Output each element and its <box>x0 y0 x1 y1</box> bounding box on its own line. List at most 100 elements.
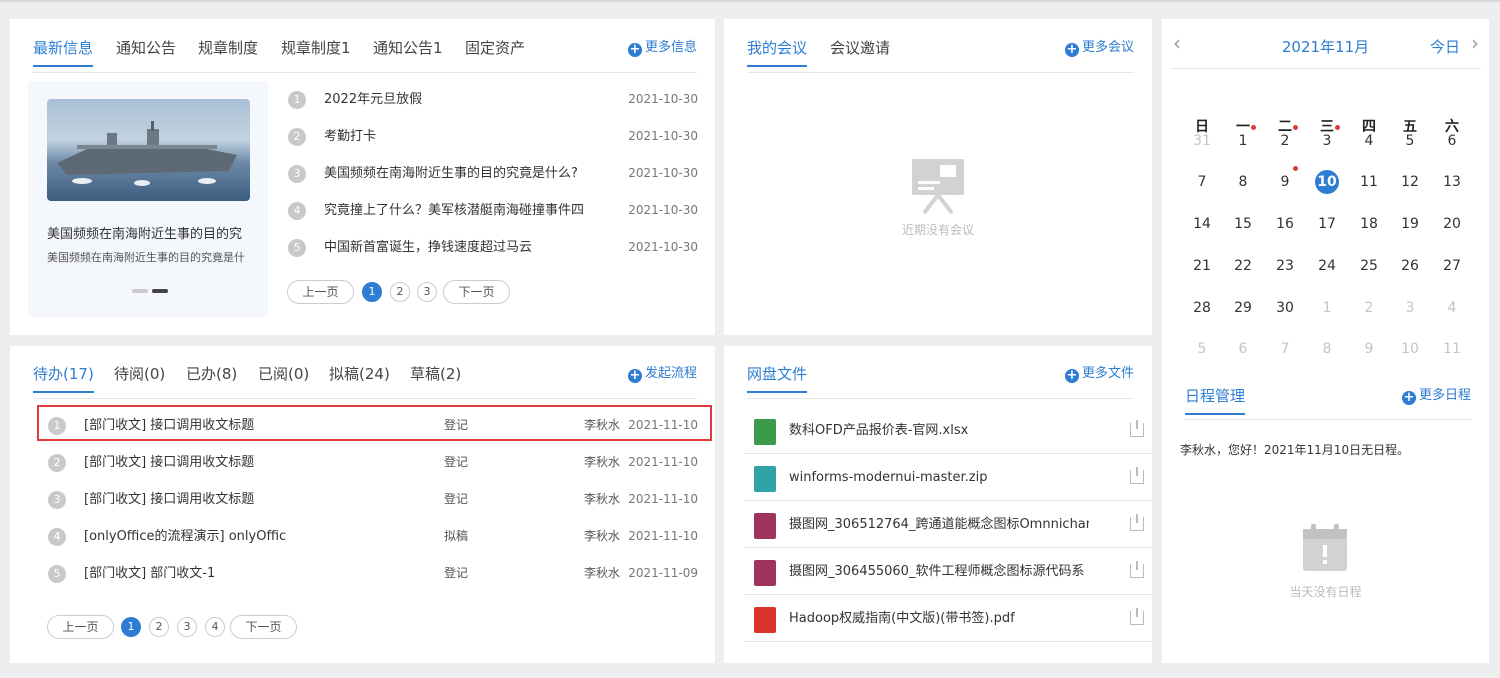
calendar-day[interactable]: 19 <box>1395 212 1425 236</box>
calendar-day[interactable]: 11 <box>1354 170 1384 194</box>
next-page-button[interactable]: 下一页 <box>230 615 297 639</box>
calendar-day[interactable]: 6 <box>1228 337 1258 361</box>
calendar-day[interactable]: 26 <box>1395 254 1425 278</box>
item-title[interactable]: [部门收文] 部门收文-1 <box>84 555 215 592</box>
download-icon[interactable] <box>1130 514 1144 531</box>
table-row[interactable]: 5 [部门收文] 部门收文-1 登记 李秋水 2021-11-09 <box>48 555 698 592</box>
calendar-day[interactable]: 23 <box>1270 254 1300 278</box>
more-schedule-link[interactable]: + 更多日程 <box>1401 381 1471 411</box>
file-name[interactable]: winforms-modernui-master.zip <box>789 454 1089 501</box>
download-icon[interactable] <box>1130 420 1144 437</box>
tab-latest-info[interactable]: 最新信息 <box>33 33 94 67</box>
file-row[interactable]: 摄图网_306455060_软件工程师概念图标源代码系 <box>744 548 1158 595</box>
list-item[interactable]: 3 美国频频在南海附近生事的目的究竟是什么? 2021-10-30 <box>288 155 698 192</box>
calendar-day[interactable]: 18 <box>1354 212 1384 236</box>
more-info-link[interactable]: + 更多信息 <box>627 33 697 63</box>
calendar-day[interactable]: 3 <box>1395 296 1425 320</box>
tab-to-read[interactable]: 待阅(0) <box>114 359 165 399</box>
calendar-today-button[interactable]: 今日 <box>1430 36 1460 57</box>
tab-read[interactable]: 已阅(0) <box>258 359 309 399</box>
calendar-day[interactable]: 31 <box>1187 129 1217 153</box>
file-name[interactable]: Hadoop权威指南(中文版)(带书签).pdf <box>789 595 1089 642</box>
next-page-button[interactable]: 下一页 <box>443 280 510 304</box>
calendar-day[interactable]: 20 <box>1437 212 1467 236</box>
list-item[interactable]: 2 考勤打卡 2021-10-30 <box>288 118 698 155</box>
file-row[interactable]: Hadoop权威指南(中文版)(带书签).pdf <box>744 595 1158 642</box>
tab-schedule-management[interactable]: 日程管理 <box>1185 381 1246 415</box>
calendar-day[interactable]: 25 <box>1354 254 1384 278</box>
more-meetings-link[interactable]: + 更多会议 <box>1064 33 1134 63</box>
page-3-button[interactable]: 3 <box>177 617 197 637</box>
tab-notices[interactable]: 通知公告 <box>116 33 176 73</box>
file-name[interactable]: 摄图网_306455060_软件工程师概念图标源代码系 <box>789 548 1089 595</box>
calendar-day[interactable]: 15 <box>1228 212 1258 236</box>
table-row[interactable]: 2 [部门收文] 接口调用收文标题 登记 李秋水 2021-11-10 <box>48 444 698 481</box>
news-carousel[interactable]: 美国频频在南海附近生事的目的究 美国频频在南海附近生事的目的究竟是什 <box>28 81 268 317</box>
item-title[interactable]: 究竟撞上了什么？美军核潜艇南海碰撞事件四 <box>324 192 584 229</box>
prev-page-button[interactable]: 上一页 <box>47 615 114 639</box>
tab-meeting-invites[interactable]: 会议邀请 <box>830 33 890 73</box>
download-icon[interactable] <box>1130 561 1144 578</box>
start-workflow-link[interactable]: + 发起流程 <box>627 359 697 389</box>
item-title[interactable]: 美国频频在南海附近生事的目的究竟是什么? <box>324 155 578 192</box>
calendar-day[interactable]: 14 <box>1187 212 1217 236</box>
download-icon[interactable] <box>1130 467 1144 484</box>
calendar-day[interactable]: 4 <box>1354 129 1384 153</box>
calendar-day[interactable]: 5 <box>1187 337 1217 361</box>
calendar-day-today[interactable]: 10 <box>1315 170 1339 194</box>
tab-drafts[interactable]: 草稿(2) <box>410 359 461 399</box>
calendar-day[interactable]: 10 <box>1395 337 1425 361</box>
file-name[interactable]: 摄图网_306512764_跨通道能概念图标Omnnichan <box>789 501 1089 548</box>
calendar-day[interactable]: 11 <box>1437 337 1467 361</box>
calendar-day[interactable]: 28 <box>1187 296 1217 320</box>
calendar-day[interactable]: 7 <box>1187 170 1217 194</box>
tab-drafting[interactable]: 拟稿(24) <box>329 359 390 399</box>
calendar-day[interactable]: 21 <box>1187 254 1217 278</box>
calendar-day[interactable]: 4 <box>1437 296 1467 320</box>
calendar-day[interactable]: 6 <box>1437 129 1467 153</box>
tab-done[interactable]: 已办(8) <box>186 359 237 399</box>
file-row[interactable]: winforms-modernui-master.zip <box>744 454 1158 501</box>
item-title[interactable]: 考勤打卡 <box>324 118 376 155</box>
download-icon[interactable] <box>1130 608 1144 625</box>
calendar-day[interactable]: 1 <box>1312 296 1342 320</box>
calendar-day[interactable]: 16 <box>1270 212 1300 236</box>
calendar-day[interactable]: 2 <box>1354 296 1384 320</box>
calendar-day[interactable]: 29 <box>1228 296 1258 320</box>
item-title[interactable]: [onlyOffice的流程演示] onlyOffic <box>84 518 286 555</box>
calendar-day[interactable]: 7 <box>1270 337 1300 361</box>
list-item[interactable]: 5 中国新首富诞生，挣钱速度超过马云 2021-10-30 <box>288 229 698 266</box>
table-row[interactable]: 4 [onlyOffice的流程演示] onlyOffic 拟稿 李秋水 202… <box>48 518 698 555</box>
table-row[interactable]: 1 [部门收文] 接口调用收文标题 登记 李秋水 2021-11-10 <box>48 407 698 444</box>
calendar-day[interactable]: 3 <box>1312 129 1342 153</box>
file-row[interactable]: 摄图网_306512764_跨通道能概念图标Omnnichan <box>744 501 1158 548</box>
calendar-day[interactable]: 22 <box>1228 254 1258 278</box>
item-title[interactable]: [部门收文] 接口调用收文标题 <box>84 481 254 518</box>
calendar-day[interactable]: 8 <box>1228 170 1258 194</box>
file-name[interactable]: 数科OFD产品报价表-官网.xlsx <box>789 407 1089 454</box>
tab-regulations-1[interactable]: 规章制度1 <box>281 33 351 73</box>
calendar-day[interactable]: 24 <box>1312 254 1342 278</box>
prev-page-button[interactable]: 上一页 <box>287 280 354 304</box>
carousel-indicator-1[interactable] <box>132 289 148 293</box>
calendar-day[interactable]: 30 <box>1270 296 1300 320</box>
calendar-next-button[interactable]: › <box>1471 31 1479 55</box>
list-item[interactable]: 4 究竟撞上了什么？美军核潜艇南海碰撞事件四 2021-10-30 <box>288 192 698 229</box>
tab-regulations[interactable]: 规章制度 <box>198 33 258 73</box>
calendar-day[interactable]: 2 <box>1270 129 1300 153</box>
item-title[interactable]: [部门收文] 接口调用收文标题 <box>84 444 254 481</box>
calendar-day[interactable]: 9 <box>1354 337 1384 361</box>
calendar-day[interactable]: 13 <box>1437 170 1467 194</box>
calendar-day[interactable]: 9 <box>1270 170 1300 194</box>
page-2-button[interactable]: 2 <box>390 282 410 302</box>
tab-cloud-files[interactable]: 网盘文件 <box>747 359 808 393</box>
calendar-day[interactable]: 17 <box>1312 212 1342 236</box>
more-files-link[interactable]: + 更多文件 <box>1064 359 1134 389</box>
calendar-day[interactable]: 8 <box>1312 337 1342 361</box>
calendar-day[interactable]: 27 <box>1437 254 1467 278</box>
carousel-title[interactable]: 美国频频在南海附近生事的目的究 <box>47 223 242 242</box>
tab-todo[interactable]: 待办(17) <box>33 359 94 393</box>
tab-my-meetings[interactable]: 我的会议 <box>747 33 808 67</box>
item-title[interactable]: 2022年元旦放假 <box>324 81 422 118</box>
page-1-button[interactable]: 1 <box>362 282 382 302</box>
